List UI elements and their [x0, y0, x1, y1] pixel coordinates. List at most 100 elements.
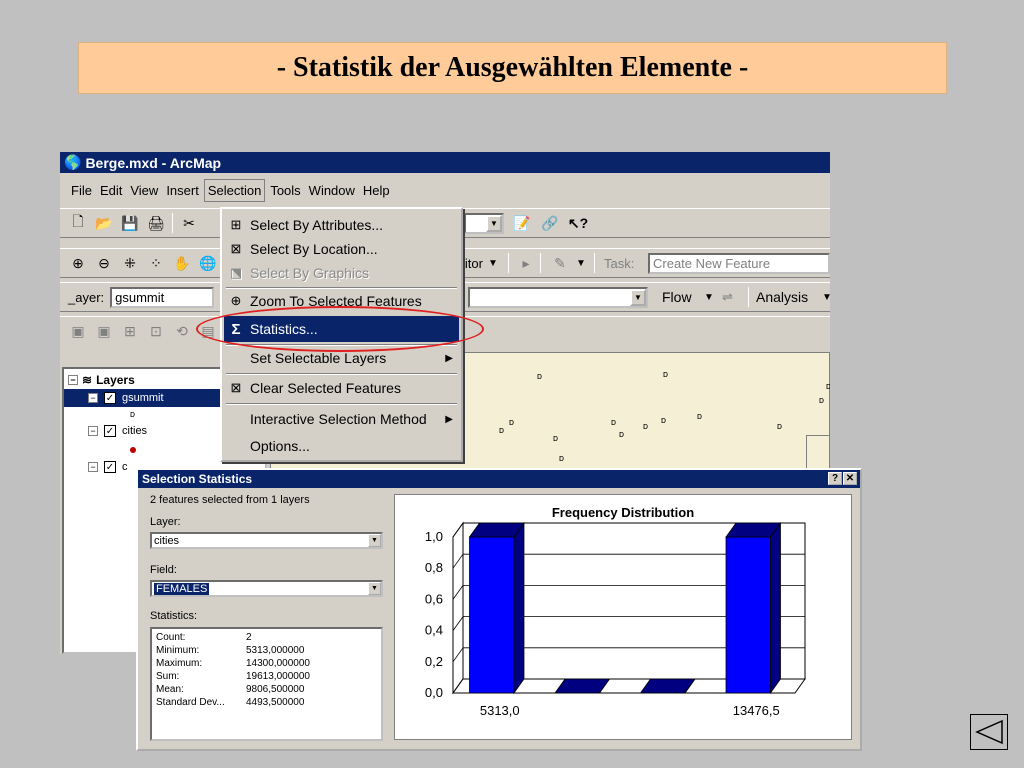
edit-tool-icon[interactable]: ▸: [516, 253, 536, 273]
chevron-down-icon[interactable]: ▼: [704, 292, 714, 303]
task-combo[interactable]: Create New Feature: [648, 252, 830, 274]
collapse-icon[interactable]: −: [88, 393, 98, 403]
chevron-down-icon[interactable]: ▼: [368, 582, 381, 595]
chart-title: Frequency Distribution: [552, 505, 694, 520]
georef-tool-icon[interactable]: ⊡: [146, 322, 166, 342]
city-symbol-icon: [130, 447, 136, 453]
chevron-down-icon[interactable]: ▼: [488, 258, 498, 269]
print-icon[interactable]: 🖨: [146, 213, 166, 233]
map-point-icon[interactable]: ᴅ: [509, 417, 514, 427]
identify-icon[interactable]: 🔗: [540, 213, 560, 233]
georef-tool-icon[interactable]: ▣: [94, 322, 114, 342]
map-point-icon[interactable]: ᴅ: [643, 421, 648, 431]
flow-menu[interactable]: Flow: [662, 289, 692, 305]
fixed-zoom-out-icon[interactable]: ⁘: [146, 253, 166, 273]
selection-summary: 2 features selected from 1 layers: [150, 494, 310, 506]
map-point-icon[interactable]: ᴅ: [499, 425, 504, 435]
map-point-icon[interactable]: ᴅ: [611, 417, 616, 427]
sketch-tool-icon[interactable]: ✎: [550, 253, 570, 273]
chevron-down-icon[interactable]: ▼: [822, 292, 830, 303]
menu-item-select-by-graphics: ⬔ Select By Graphics: [229, 265, 370, 281]
menu-window[interactable]: Window: [306, 180, 358, 201]
close-button[interactable]: ✕: [843, 472, 857, 485]
map-point-icon[interactable]: ᴅ: [826, 381, 830, 391]
previous-slide-button[interactable]: [970, 714, 1008, 750]
pan-icon[interactable]: ✋: [172, 253, 192, 273]
menu-selection[interactable]: Selection: [203, 178, 266, 202]
submenu-arrow-icon: ▶: [445, 413, 453, 425]
analysis-menu[interactable]: Analysis: [756, 289, 808, 305]
map-point-icon[interactable]: ᴅ: [661, 415, 666, 425]
network-combo[interactable]: ▼: [468, 286, 648, 308]
map-point-icon[interactable]: ᴅ: [697, 411, 702, 421]
chevron-down-icon[interactable]: ▼: [368, 534, 381, 547]
menu-item-options[interactable]: Options...: [224, 433, 459, 459]
open-folder-icon[interactable]: 📂: [94, 213, 114, 233]
save-icon[interactable]: 💾: [120, 213, 140, 233]
georef-tool-icon[interactable]: ⟲: [172, 322, 192, 342]
statistics-label: Statistics:: [150, 610, 198, 622]
menu-edit[interactable]: Edit: [97, 180, 125, 201]
toolbar-separator: [748, 287, 749, 307]
stat-row-stddev: Standard Dev... 4493,500000: [156, 697, 305, 708]
full-extent-icon[interactable]: 🌐: [198, 253, 218, 273]
menu-view[interactable]: View: [127, 180, 161, 201]
menu-insert[interactable]: Insert: [163, 180, 202, 201]
menu-tools[interactable]: Tools: [267, 180, 303, 201]
x-tick-label: 13476,5: [733, 703, 780, 718]
location-select-icon: ⊠: [230, 241, 242, 256]
help-button[interactable]: ?: [828, 472, 842, 485]
checkbox-checked-icon[interactable]: ✓: [104, 392, 116, 404]
collapse-icon[interactable]: −: [68, 375, 78, 385]
collapse-icon[interactable]: −: [88, 462, 98, 472]
toolbar-separator: [508, 253, 509, 273]
menu-item-select-by-location[interactable]: ⊠ Select By Location...: [224, 236, 459, 262]
layer-select-value: cities: [154, 534, 180, 547]
task-value: Create New Feature: [653, 255, 771, 271]
menu-item-select-by-attributes[interactable]: ⊞ Select By Attributes...: [224, 212, 459, 238]
map-point-icon[interactable]: ᴅ: [559, 453, 564, 463]
whats-this-icon[interactable]: ↖?: [568, 213, 588, 233]
chevron-down-icon[interactable]: ▼: [576, 258, 586, 269]
editor-toolbar-icon[interactable]: 📝: [512, 213, 532, 233]
toc-layer-cities[interactable]: − ✓ cities: [88, 425, 147, 437]
menu-file[interactable]: File: [68, 180, 95, 201]
zoom-selected-icon: ⊕: [230, 293, 242, 308]
menu-item-clear-selected[interactable]: ⊠ Clear Selected Features: [224, 375, 459, 401]
toc-layer-c[interactable]: − ✓ c: [88, 461, 128, 473]
field-select[interactable]: FEMALES ▼: [150, 580, 383, 597]
menu-separator: [226, 403, 457, 405]
statistics-list: Count: 2 Minimum: 5313,000000 Maximum: 1430…: [150, 627, 383, 741]
checkbox-checked-icon[interactable]: ✓: [104, 425, 116, 437]
layer-select[interactable]: cities ▼: [150, 532, 383, 549]
dialog-titlebar: Selection Statistics ? ✕: [138, 470, 860, 488]
toolbar-separator: [594, 253, 595, 273]
frequency-chart: Frequency Distribution 0,0 0,2 0,4 0,6 0,8 1,0…: [394, 494, 852, 740]
toolbar-separator: [540, 253, 541, 273]
cut-icon[interactable]: ✂: [179, 213, 199, 233]
y-tick-label: 0,8: [425, 560, 443, 575]
flow-arrow-icon[interactable]: ⇌: [722, 289, 733, 305]
menubar: File Edit View Insert Selection Tools Wi…: [60, 177, 830, 203]
georef-tool-icon[interactable]: ▣: [68, 322, 88, 342]
map-point-icon[interactable]: ᴅ: [663, 369, 668, 379]
menu-help[interactable]: Help: [360, 180, 393, 201]
map-point-icon[interactable]: ᴅ: [777, 421, 782, 431]
zoom-in-icon[interactable]: ⊕: [68, 253, 88, 273]
map-point-icon[interactable]: ᴅ: [537, 371, 542, 381]
menu-item-interactive-selection-method[interactable]: Interactive Selection Method ▶: [224, 406, 459, 432]
map-point-icon[interactable]: ᴅ: [553, 433, 558, 443]
globe-icon: 🌎: [64, 154, 82, 170]
checkbox-checked-icon[interactable]: ✓: [104, 461, 116, 473]
new-doc-icon[interactable]: 🗋: [68, 213, 88, 233]
layer-combo[interactable]: gsummit: [110, 286, 215, 308]
editor-menu[interactable]: litor: [462, 256, 483, 271]
scale-combo[interactable]: ▼: [464, 212, 504, 234]
map-point-icon[interactable]: ᴅ: [619, 429, 624, 439]
toc-root[interactable]: − ≋ Layers: [68, 373, 135, 387]
georef-tool-icon[interactable]: ⊞: [120, 322, 140, 342]
fixed-zoom-in-icon[interactable]: ⁜: [120, 253, 140, 273]
zoom-out-icon[interactable]: ⊖: [94, 253, 114, 273]
map-point-icon[interactable]: ᴅ: [819, 395, 824, 405]
collapse-icon[interactable]: −: [88, 426, 98, 436]
